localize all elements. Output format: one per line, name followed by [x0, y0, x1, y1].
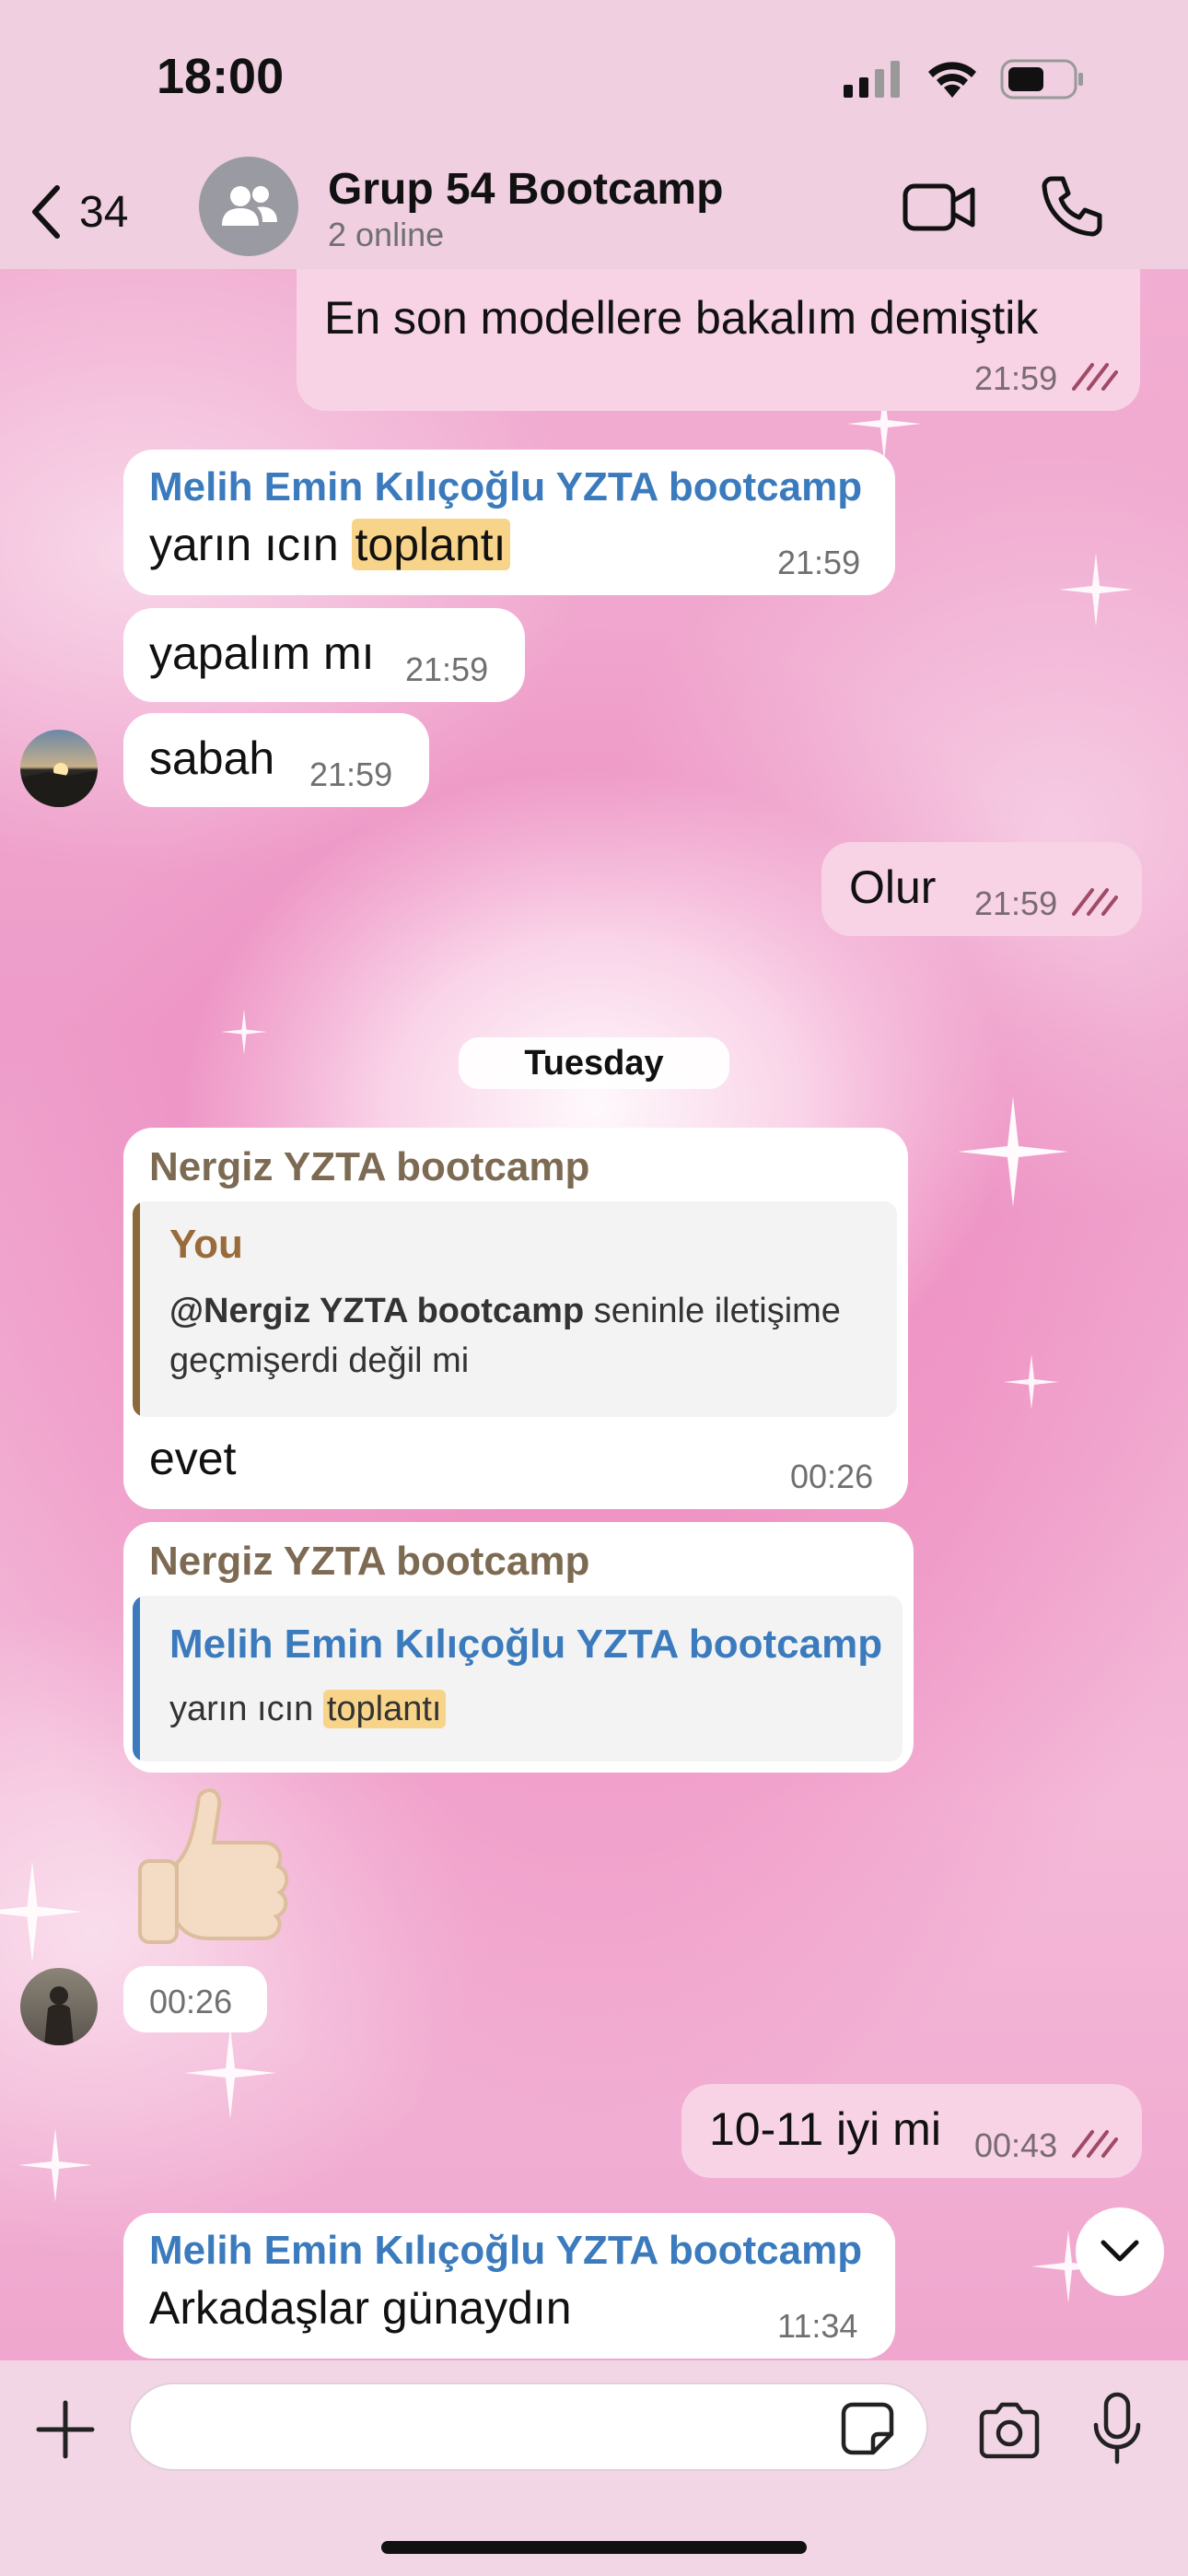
reply-text-part: geçmişerdi değil mi — [169, 1341, 470, 1380]
message-incoming[interactable]: Melih Emin Kılıçoğlu YZTA bootcamp Arkad… — [123, 2213, 895, 2359]
chat-title[interactable]: Grup 54 Bootcamp — [328, 164, 723, 215]
date-separator: Tuesday — [459, 1037, 729, 1089]
online-status: 2 online — [328, 216, 445, 253]
message-text: yarın ıcın toplantı — [149, 518, 510, 571]
message-text: 10-11 iyi mi — [709, 2103, 941, 2155]
status-bar: 18:00 — [0, 0, 1188, 157]
message-incoming[interactable]: Nergiz YZTA bootcamp You @Nergiz YZTA bo… — [123, 1128, 908, 1509]
plus-icon — [36, 2400, 95, 2459]
camera-button[interactable] — [976, 2397, 1042, 2464]
microphone-icon — [1093, 2392, 1141, 2465]
search-highlight: toplantı — [322, 1690, 446, 1728]
message-sender: Melih Emin Kılıçoğlu YZTA bootcamp — [149, 464, 863, 509]
message-outgoing[interactable]: 10-11 iyi mi 00:43 — [681, 2084, 1142, 2178]
message-time: 00:43 — [974, 2126, 1058, 2164]
message-incoming[interactable]: sabah 21:59 — [123, 713, 429, 807]
reply-text-part: yarın ıcın — [169, 1690, 323, 1728]
sparkle-decoration — [1059, 553, 1133, 626]
unread-count: 34 — [79, 187, 129, 237]
message-text: Arkadaşlar günaydın — [149, 2282, 572, 2334]
reply-bar — [133, 1596, 140, 1762]
reply-author: Melih Emin Kılıçoğlu YZTA bootcamp — [169, 1622, 883, 1667]
video-call-button[interactable] — [903, 179, 976, 236]
avatar-image — [20, 763, 98, 807]
home-indicator — [381, 2541, 807, 2554]
emoji-message[interactable] — [125, 1778, 309, 1962]
back-button[interactable]: 34 — [28, 175, 128, 249]
message-text-part: yarın ıcın — [149, 519, 352, 570]
sparkle-decoration — [1004, 1354, 1059, 1410]
double-check-icon — [1072, 888, 1118, 916]
message-incoming[interactable]: yapalım mı 21:59 — [123, 608, 525, 702]
battery-icon — [1000, 59, 1083, 100]
sparkle-decoration — [221, 1009, 267, 1055]
reply-bar — [133, 1201, 140, 1417]
message-time: 21:59 — [974, 359, 1058, 397]
status-time: 18:00 — [157, 49, 285, 104]
message-sender: Melih Emin Kılıçoğlu YZTA bootcamp — [149, 2228, 863, 2273]
avatar-image — [44, 1986, 74, 2045]
reply-quote[interactable]: Melih Emin Kılıçoğlu YZTA bootcamp yarın… — [133, 1596, 903, 1762]
message-time: 21:59 — [777, 544, 861, 581]
message-text: Olur — [849, 861, 937, 913]
message-outgoing[interactable]: Olur 21:59 — [821, 842, 1142, 936]
group-avatar[interactable] — [199, 157, 298, 256]
phone-icon — [1042, 176, 1102, 237]
message-incoming[interactable]: Nergiz YZTA bootcamp Melih Emin Kılıçoğl… — [123, 1522, 914, 1773]
message-incoming[interactable]: Melih Emin Kılıçoğlu YZTA bootcamp yarın… — [123, 450, 895, 595]
message-text: En son modellere bakalım demiştik — [324, 292, 1039, 344]
group-avatar-icon — [222, 186, 277, 226]
reply-text: @Nergiz YZTA bootcamp seninle iletişime … — [169, 1286, 841, 1386]
message-text: evet — [149, 1433, 237, 1484]
status-icons — [844, 59, 1085, 100]
message-time: 21:59 — [309, 755, 393, 793]
sticker-button[interactable] — [840, 2401, 895, 2456]
reply-text-part: seninle iletişime — [584, 1292, 841, 1330]
message-time-pill: 00:26 — [123, 1966, 267, 2032]
sparkle-decoration — [958, 1096, 1068, 1207]
chevron-down-icon — [1101, 2240, 1139, 2262]
message-time: 21:59 — [974, 884, 1058, 922]
double-check-icon — [1072, 2130, 1118, 2158]
search-highlight: toplantı — [351, 519, 510, 570]
thumbs-up-icon — [138, 1788, 289, 1944]
sparkle-decoration — [18, 2128, 92, 2202]
reply-mention: @Nergiz YZTA bootcamp — [169, 1292, 585, 1330]
attach-button[interactable] — [33, 2397, 98, 2462]
back-chevron-icon — [32, 185, 60, 239]
message-sender: Nergiz YZTA bootcamp — [149, 1144, 590, 1189]
sparkle-decoration — [0, 1861, 83, 1962]
double-check-icon — [1072, 363, 1118, 391]
message-time: 00:26 — [149, 1983, 233, 2020]
sender-avatar[interactable] — [20, 730, 98, 807]
message-time: 00:26 — [790, 1458, 874, 1495]
sparkle-decoration — [184, 2027, 276, 2119]
message-time: 21:59 — [405, 650, 489, 688]
reply-quote[interactable]: You @Nergiz YZTA bootcamp seninle iletiş… — [133, 1201, 897, 1417]
voice-record-button[interactable] — [1089, 2392, 1146, 2465]
voice-call-button[interactable] — [1039, 173, 1105, 240]
message-sender: Nergiz YZTA bootcamp — [149, 1539, 590, 1584]
sender-avatar[interactable] — [20, 1968, 98, 2045]
message-time: 11:34 — [777, 2307, 858, 2345]
scroll-to-bottom-button[interactable] — [1076, 2207, 1164, 2296]
camera-icon — [979, 2402, 1040, 2459]
sticker-icon — [841, 2402, 894, 2455]
reply-author: You — [169, 1222, 243, 1267]
message-input[interactable] — [129, 2383, 928, 2471]
message-text: yapalım mı — [149, 627, 375, 679]
video-call-icon — [903, 183, 975, 231]
message-text: sabah — [149, 732, 275, 784]
signal-icon — [844, 61, 900, 98]
reply-text: yarın ıcın toplantı — [169, 1684, 446, 1734]
header-overlay: 34 Grup 54 Bootcamp 2 online — [0, 157, 1188, 269]
wifi-icon — [928, 62, 976, 98]
